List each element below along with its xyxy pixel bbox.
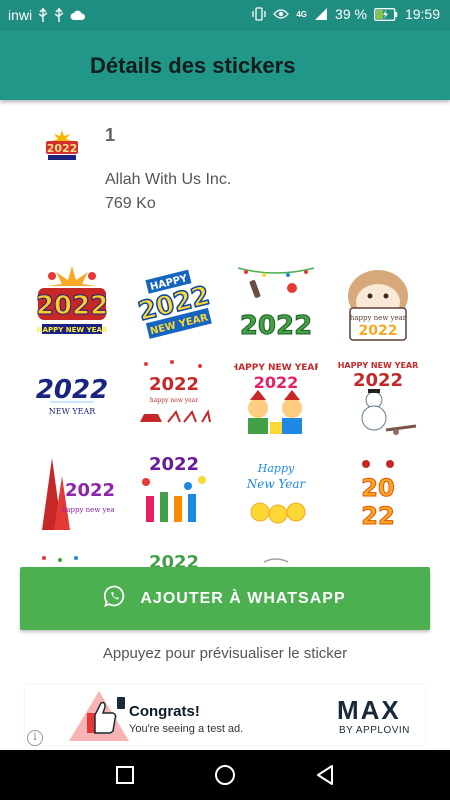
ad-headline: Congrats! bbox=[129, 703, 200, 720]
network-type-label: 4G bbox=[296, 9, 308, 19]
sticker-happy-2022-fireworks[interactable]: 2022 HAPPY NEW YEAR bbox=[30, 262, 114, 346]
app-bar: Détails des stickers bbox=[0, 30, 450, 100]
eye-comfort-icon bbox=[273, 8, 290, 20]
carrier-label: inwi bbox=[8, 7, 33, 23]
ad-brand-by: BY APPLOVIN bbox=[339, 725, 410, 736]
sticker-2022-christmas-trees[interactable]: 2022 happy new year bbox=[30, 452, 114, 536]
svg-text:Happy: Happy bbox=[257, 462, 295, 475]
sticker-2022-reindeer-sleigh[interactable]: 2022 happy new year bbox=[132, 356, 216, 440]
signal-icon bbox=[314, 7, 328, 21]
sticker-2022-new-year-navy[interactable]: 2022 NEW YEAR bbox=[30, 356, 114, 440]
vibrate-icon bbox=[252, 7, 267, 21]
pack-name: 1 bbox=[105, 125, 116, 145]
usb-icon bbox=[38, 8, 48, 22]
svg-text:HAPPY NEW YEAR: HAPPY NEW YEAR bbox=[234, 363, 318, 373]
recent-apps-icon[interactable] bbox=[113, 763, 137, 787]
svg-text:NEW YEAR: NEW YEAR bbox=[49, 407, 97, 416]
status-bar: inwi 4G 39 % 19:59 bbox=[0, 0, 450, 30]
svg-text:22: 22 bbox=[361, 502, 394, 530]
ad-brand-logo: MAX bbox=[337, 695, 401, 725]
sticker-happy-new-year-kids[interactable]: HAPPY NEW YEAR 2022 bbox=[234, 356, 318, 440]
page-title: Détails des stickers bbox=[90, 53, 296, 78]
usb-debug-icon bbox=[54, 8, 64, 22]
svg-text:2022: 2022 bbox=[353, 370, 403, 391]
svg-text:happy new year: happy new year bbox=[150, 397, 198, 404]
sticker-2022-party-people[interactable]: 2022 bbox=[132, 452, 216, 536]
svg-text:2022: 2022 bbox=[149, 454, 199, 475]
sticker-grid: 2022 HAPPY NEW YEAR HAPPY 2022 NEW YEAR … bbox=[22, 248, 428, 570]
svg-text:2022: 2022 bbox=[47, 142, 78, 155]
ad-subtext: You're seeing a test ad. bbox=[129, 723, 244, 735]
pack-size: 769 Ko bbox=[105, 195, 156, 212]
preview-hint: Appuyez pour prévisualiser le sticker bbox=[102, 645, 348, 662]
ad-info-icon[interactable]: i bbox=[27, 730, 43, 746]
whatsapp-icon bbox=[104, 585, 126, 612]
svg-text:HAPPY NEW YEAR: HAPPY NEW YEAR bbox=[338, 361, 419, 370]
sticker-2022-gold-candy[interactable]: 20 22 bbox=[336, 452, 420, 536]
svg-text:2022: 2022 bbox=[149, 374, 199, 395]
battery-percent: 39 % bbox=[335, 6, 367, 22]
sticker-hamster-happy-new-year[interactable]: happy new year 2022 bbox=[336, 262, 420, 346]
sticker-2022-champagne[interactable]: 2022 bbox=[234, 262, 318, 346]
pack-tray-icon: 2022 bbox=[44, 128, 80, 162]
svg-text:2022: 2022 bbox=[36, 291, 108, 321]
cloud-icon bbox=[70, 10, 86, 21]
svg-text:HAPPY NEW YEAR: HAPPY NEW YEAR bbox=[37, 326, 108, 334]
battery-charging-icon bbox=[374, 7, 398, 21]
sticker-happy-new-year-snowman[interactable]: HAPPY NEW YEAR 2022 bbox=[336, 356, 420, 440]
add-to-whatsapp-label: AJOUTER À WHATSAPP bbox=[140, 589, 346, 607]
home-icon[interactable] bbox=[213, 763, 237, 787]
svg-text:happy new year: happy new year bbox=[62, 506, 114, 514]
svg-text:2022: 2022 bbox=[36, 375, 108, 405]
svg-text:2022: 2022 bbox=[254, 373, 299, 392]
svg-text:2022: 2022 bbox=[359, 323, 398, 339]
sticker-happy-2022-new-year-blue[interactable]: HAPPY 2022 NEW YEAR bbox=[132, 262, 216, 346]
svg-text:2022: 2022 bbox=[65, 480, 114, 501]
back-icon[interactable] bbox=[313, 763, 337, 787]
pack-publisher: Allah With Us Inc. bbox=[105, 171, 232, 188]
clock: 19:59 bbox=[404, 6, 440, 22]
navigation-bar bbox=[0, 750, 450, 800]
thumbs-up-icon bbox=[65, 689, 133, 743]
sticker-happy-new-year-emoji[interactable]: Happy New Year bbox=[234, 452, 318, 536]
svg-text:20: 20 bbox=[361, 474, 394, 502]
ad-banner[interactable]: Congrats! You're seeing a test ad. MAX B… bbox=[25, 685, 425, 745]
svg-text:New Year: New Year bbox=[246, 477, 307, 491]
add-to-whatsapp-button[interactable]: AJOUTER À WHATSAPP bbox=[20, 567, 430, 630]
svg-text:happy new year: happy new year bbox=[350, 314, 407, 322]
svg-text:2022: 2022 bbox=[240, 311, 312, 341]
